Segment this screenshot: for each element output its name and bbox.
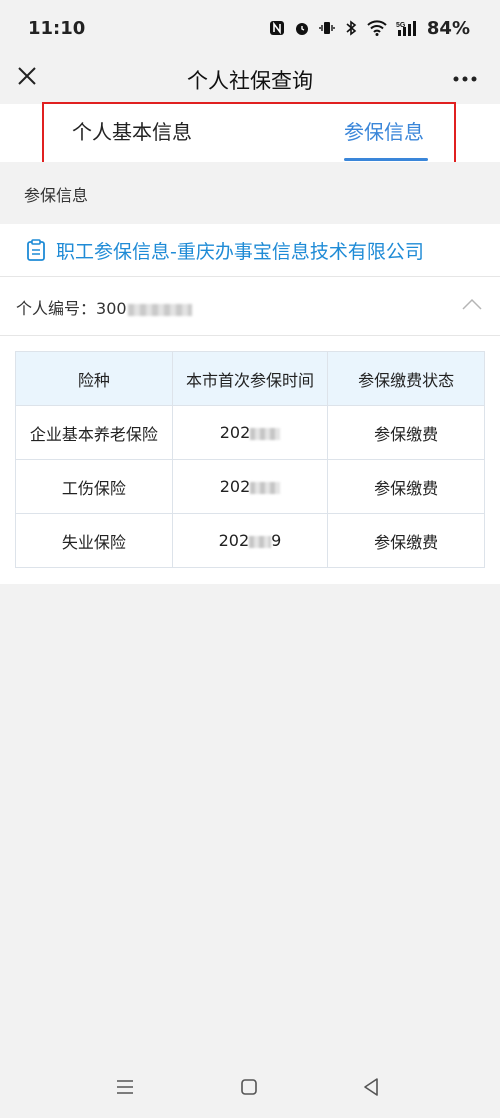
first-insured-date: 202 9 [171,513,329,568]
table-header-row: 险种 本市首次参保时间 参保缴费状态 [15,351,485,406]
bluetooth-icon [346,20,357,36]
masked-id [127,303,192,316]
payment-status: 参保缴费 [327,513,485,568]
nfc-icon [269,21,284,35]
alarm-icon [295,23,308,35]
insurance-type: 企业基本养老保险 [15,405,173,460]
date-prefix: 202 [218,531,250,550]
active-tab-indicator [344,158,428,161]
payment-status: 参保缴费 [327,459,485,514]
payment-status: 参保缴费 [327,405,485,460]
tab-insured-info[interactable]: 参保信息 [344,116,424,145]
tab-basic-info[interactable]: 个人基本信息 [72,116,192,145]
back-icon[interactable] [360,1076,382,1098]
status-icons: 5G 84% [269,18,470,39]
date-prefix: 202 [219,477,251,496]
table-row: 企业基本养老保险 202 参保缴费 [15,405,485,460]
first-insured-date: 202 [171,405,329,460]
wifi-icon [367,20,387,36]
document-icon [27,239,45,261]
person-id-row[interactable]: 个人编号：300 [0,277,500,335]
vibrate-icon [319,22,335,34]
header-payment-status: 参保缴费状态 [327,351,485,406]
company-label: 职工参保信息-重庆办事宝信息技术有限公司 [56,240,424,263]
more-icon-glyph [453,76,477,82]
table-row: 工伤保险 202 参保缴费 [15,459,485,514]
chevron-up-icon[interactable] [462,297,482,311]
title-bar: 个人社保查询 [0,56,500,104]
home-icon[interactable] [238,1076,260,1098]
date-suffix: 9 [271,531,282,550]
person-id-value: 300 [96,299,127,318]
more-icon[interactable] [452,64,478,103]
header-first-insured-date: 本市首次参保时间 [171,351,329,406]
menu-icon[interactable] [114,1076,136,1098]
insurance-type: 工伤保险 [15,459,173,514]
tab-bar: 个人基本信息 参保信息 [0,104,500,162]
table-row: 失业保险 202 9 参保缴费 [15,513,485,568]
masked-date [250,427,281,440]
section-title: 参保信息 [0,162,500,224]
masked-date [249,535,272,548]
insurance-table: 险种 本市首次参保时间 参保缴费状态 企业基本养老保险 202 参保缴费 工伤保… [15,351,485,568]
date-prefix: 202 [219,423,251,442]
company-row[interactable]: 职工参保信息-重庆办事宝信息技术有限公司 [0,224,500,276]
status-bar: 11:10 5G 84% [0,0,500,56]
insurance-table-container: 险种 本市首次参保时间 参保缴费状态 企业基本养老保险 202 参保缴费 工伤保… [0,336,500,584]
masked-date [250,481,281,494]
person-id-label: 个人编号： [16,299,97,318]
signal-icon: 5G [396,21,416,36]
system-nav-bar [0,1056,500,1118]
page-title: 个人社保查询 [187,69,313,93]
battery-level: 84% [426,17,470,39]
header-insurance-type: 险种 [15,351,173,406]
close-icon[interactable] [14,64,40,94]
first-insured-date: 202 [171,459,329,514]
status-time: 11:10 [28,17,86,39]
close-icon-glyph [18,67,36,85]
insurance-type: 失业保险 [15,513,173,568]
